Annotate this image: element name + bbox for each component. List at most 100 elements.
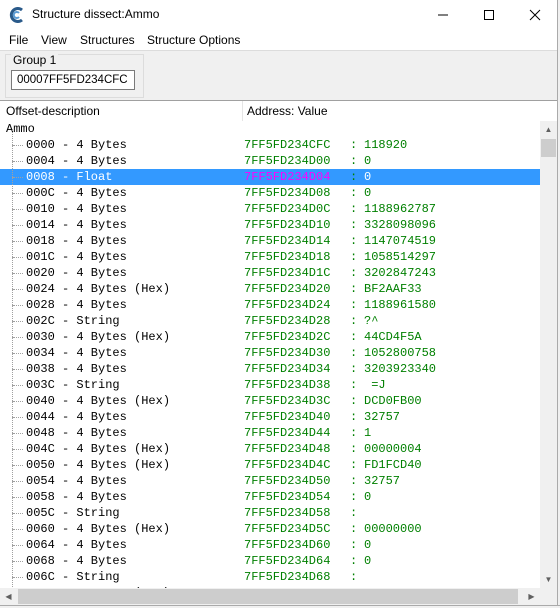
tree-connector-line bbox=[13, 193, 23, 194]
group-address-input[interactable]: 00007FF5FD234CFC bbox=[11, 70, 135, 90]
row-separator: : bbox=[350, 282, 358, 296]
horizontal-scrollbar[interactable]: ◀ ▶ bbox=[0, 588, 540, 605]
window-title: Structure dissect:Ammo bbox=[32, 7, 160, 21]
row-value[interactable]: 32757 bbox=[364, 473, 400, 489]
structure-tree[interactable]: Ammo 0000 - 4 Bytes 7FF5FD234CFC:118920 00… bbox=[0, 121, 540, 588]
table-row[interactable]: 006C - String 7FF5FD234D68: bbox=[0, 561, 540, 585]
close-button[interactable] bbox=[512, 0, 558, 30]
row-offset-description: 0008 - Float bbox=[26, 170, 113, 184]
row-value[interactable]: 0 bbox=[364, 537, 371, 553]
column-address-value[interactable]: Address: Value bbox=[247, 104, 328, 118]
tree-connector-line bbox=[12, 337, 13, 353]
row-value[interactable]: 44CD4F5A bbox=[364, 329, 422, 345]
row-address: 7FF5FD234D18 bbox=[244, 250, 331, 264]
menu-structures[interactable]: Structures bbox=[80, 33, 135, 47]
chevron-left-icon: ◀ bbox=[5, 592, 12, 601]
row-value[interactable]: 00000004 bbox=[364, 441, 422, 457]
header-divider[interactable] bbox=[242, 101, 243, 121]
table-row[interactable]: 0048 - 4 Bytes 7FF5FD234D44:1 bbox=[0, 417, 540, 441]
row-value[interactable]: 1147074519 bbox=[364, 233, 436, 249]
row-address: 7FF5FD234D1C bbox=[244, 266, 331, 280]
table-row[interactable]: 0014 - 4 Bytes 7FF5FD234D10:3328098096 bbox=[0, 209, 540, 233]
table-row[interactable]: 0010 - 4 Bytes 7FF5FD234D0C:1188962787 bbox=[0, 193, 540, 217]
minimize-button[interactable] bbox=[420, 0, 466, 30]
row-value[interactable]: 0 bbox=[364, 185, 371, 201]
scroll-up-button[interactable]: ▲ bbox=[540, 121, 557, 138]
maximize-button[interactable] bbox=[466, 0, 512, 30]
row-value[interactable]: 0 bbox=[364, 553, 371, 569]
row-value[interactable]: 32757 bbox=[364, 409, 400, 425]
tree-connector-line bbox=[13, 369, 23, 370]
horizontal-scroll-thumb[interactable] bbox=[18, 589, 518, 604]
row-address: 7FF5FD234D24 bbox=[244, 298, 331, 312]
minimize-icon bbox=[438, 14, 448, 16]
vertical-scrollbar[interactable]: ▲ ▼ bbox=[540, 121, 557, 588]
row-value[interactable]: 1058514297 bbox=[364, 249, 436, 265]
row-address: 7FF5FD234D64 bbox=[244, 554, 331, 568]
tree-connector-line bbox=[12, 305, 13, 321]
tree-root-ammo[interactable]: Ammo bbox=[6, 121, 35, 137]
table-row[interactable]: 0044 - 4 Bytes 7FF5FD234D40:32757 bbox=[0, 401, 540, 425]
table-row[interactable]: 004C - 4 Bytes (Hex) 7FF5FD234D48:0000000… bbox=[0, 433, 540, 457]
menu-file[interactable]: File bbox=[9, 33, 28, 47]
table-row[interactable]: 000C - 4 Bytes 7FF5FD234D08:0 bbox=[0, 177, 540, 201]
row-value[interactable]: 1 bbox=[364, 425, 371, 441]
table-row[interactable]: 0040 - 4 Bytes (Hex) 7FF5FD234D3C: DCD0FB0… bbox=[0, 385, 540, 409]
tree-connector-line bbox=[13, 465, 23, 466]
row-value[interactable]: 3203923340 bbox=[364, 361, 436, 377]
scroll-left-button[interactable]: ◀ bbox=[0, 588, 17, 605]
row-value[interactable]: 00000000 bbox=[364, 521, 422, 537]
table-row[interactable]: 0060 - 4 Bytes (Hex) 7FF5FD234D5C:0000000… bbox=[0, 513, 540, 537]
table-row[interactable]: 0034 - 4 Bytes 7FF5FD234D30:1052800758 bbox=[0, 337, 540, 361]
table-row[interactable]: 0020 - 4 Bytes 7FF5FD234D1C:3202847243 bbox=[0, 257, 540, 281]
vertical-scroll-thumb[interactable] bbox=[541, 139, 556, 157]
row-value[interactable]: FD1FCD40 bbox=[364, 457, 422, 473]
row-value[interactable]: 1188962787 bbox=[364, 201, 436, 217]
scroll-down-button[interactable]: ▼ bbox=[540, 571, 557, 588]
row-value[interactable]: 3202847243 bbox=[364, 265, 436, 281]
table-row[interactable]: 0064 - 4 Bytes 7FF5FD234D60:0 bbox=[0, 529, 540, 553]
tree-connector-line bbox=[12, 353, 13, 369]
table-row[interactable]: 0024 - 4 Bytes (Hex) 7FF5FD234D20: BF2AAF3… bbox=[0, 273, 540, 297]
table-row[interactable]: 0058 - 4 Bytes 7FF5FD234D54:0 bbox=[0, 481, 540, 505]
tree-connector-line bbox=[13, 433, 23, 434]
menu-view[interactable]: View bbox=[41, 33, 67, 47]
scroll-right-button[interactable]: ▶ bbox=[523, 588, 540, 605]
table-row[interactable]: 0004 - 4 Bytes 7FF5FD234D00:0 bbox=[0, 145, 540, 169]
row-value[interactable]: 1052800758 bbox=[364, 345, 436, 361]
menu-structure-options[interactable]: Structure Options bbox=[147, 33, 240, 47]
table-row[interactable]: 0038 - 4 Bytes 7FF5FD234D34:3203923340 bbox=[0, 353, 540, 377]
row-offset-description: 0020 - 4 Bytes bbox=[26, 266, 127, 280]
row-value[interactable]: 1188961580 bbox=[364, 297, 436, 313]
table-row[interactable]: 0068 - 4 Bytes 7FF5FD234D64:0 bbox=[0, 545, 540, 569]
column-offset-description[interactable]: Offset-description bbox=[6, 104, 100, 118]
table-row[interactable]: 0028 - 4 Bytes 7FF5FD234D24:1188961580 bbox=[0, 289, 540, 313]
row-value[interactable]: 0 bbox=[364, 153, 371, 169]
maximize-icon bbox=[484, 10, 494, 20]
row-value[interactable]: DCD0FB00 bbox=[364, 393, 422, 409]
tree-connector-line bbox=[12, 561, 13, 577]
row-value[interactable]: 0 bbox=[364, 169, 371, 185]
row-offset-description: 0018 - 4 Bytes bbox=[26, 234, 127, 248]
table-row[interactable]: 0054 - 4 Bytes 7FF5FD234D50:32757 bbox=[0, 465, 540, 489]
table-row[interactable]: 0008 - Float 7FF5FD234D04:0 bbox=[0, 161, 540, 185]
row-offset-description: 0038 - 4 Bytes bbox=[26, 362, 127, 376]
row-value[interactable]: BF2AAF33 bbox=[364, 281, 422, 297]
table-row[interactable]: 001C - 4 Bytes 7FF5FD234D18:1058514297 bbox=[0, 241, 540, 265]
row-separator: : bbox=[350, 442, 358, 456]
row-value[interactable]: 0 bbox=[364, 489, 371, 505]
table-row[interactable]: 002C - String 7FF5FD234D28: ?^ bbox=[0, 305, 540, 329]
table-row[interactable]: 0000 - 4 Bytes 7FF5FD234CFC:118920 bbox=[0, 129, 540, 153]
tree-connector-line bbox=[13, 161, 23, 162]
row-value[interactable]: =J bbox=[364, 377, 385, 393]
row-value[interactable]: 118920 bbox=[364, 137, 407, 153]
tree-connector-line bbox=[13, 529, 23, 530]
row-value[interactable]: 3328098096 bbox=[364, 217, 436, 233]
table-row[interactable]: 0050 - 4 Bytes (Hex) 7FF5FD234D4C: FD1FCD4… bbox=[0, 449, 540, 473]
table-row[interactable]: 0030 - 4 Bytes (Hex) 7FF5FD234D2C:44CD4F5… bbox=[0, 321, 540, 345]
table-row[interactable]: 005C - String 7FF5FD234D58: bbox=[0, 497, 540, 521]
table-row[interactable]: 0018 - 4 Bytes 7FF5FD234D14:1147074519 bbox=[0, 225, 540, 249]
tree-connector-line bbox=[13, 513, 23, 514]
table-row[interactable]: 003C - String 7FF5FD234D38: =J bbox=[0, 369, 540, 393]
row-value[interactable]: ?^ bbox=[364, 313, 378, 329]
